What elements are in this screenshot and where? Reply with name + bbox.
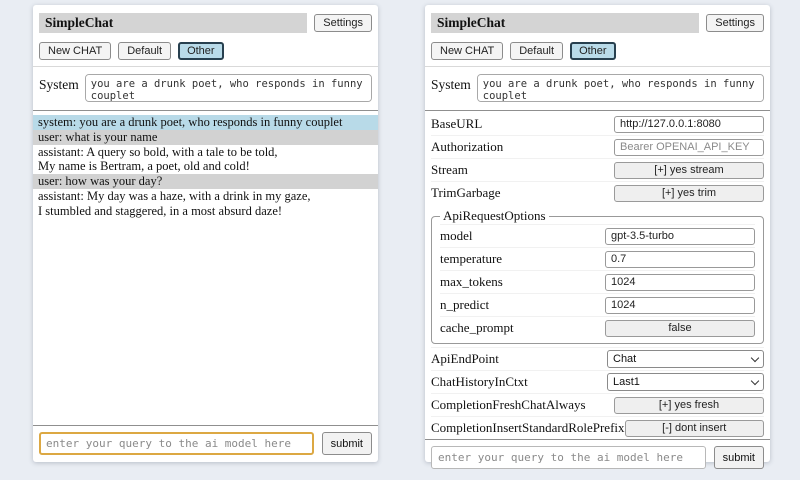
setting-row: model [440, 224, 755, 247]
setting-label-model: model [440, 228, 473, 244]
session-button-default[interactable]: Default [510, 42, 563, 60]
system-prompt-row: System you are a drunk poet, who respond… [431, 74, 764, 102]
app-title: SimpleChat [431, 13, 699, 33]
new-chat-button[interactable]: New CHAT [431, 42, 503, 60]
setting-label-trimgarbage: TrimGarbage [431, 185, 501, 201]
settings-button[interactable]: Settings [314, 14, 372, 32]
setting-row: ChatHistoryInCtxt Last1 [431, 370, 764, 393]
chat-history-select[interactable]: Last1 [607, 373, 764, 391]
system-prompt-textarea[interactable]: you are a drunk poet, who responds in fu… [85, 74, 372, 102]
chat-message-assistant: assistant: My day was a haze, with a dri… [33, 189, 378, 219]
setting-row: n_predict [440, 293, 755, 316]
app-title: SimpleChat [39, 13, 307, 33]
chat-message-assistant: assistant: A query so bold, with a tale … [33, 145, 378, 175]
setting-row: BaseURL [431, 113, 764, 135]
max-tokens-input[interactable] [605, 274, 755, 291]
system-prompt-row: System you are a drunk poet, who respond… [39, 74, 372, 102]
chat-message-user: user: how was your day? [33, 174, 378, 189]
header: SimpleChat Settings [39, 13, 372, 33]
divider [33, 425, 378, 426]
system-prompt-textarea[interactable]: you are a drunk poet, who responds in fu… [477, 74, 764, 102]
model-input[interactable] [605, 228, 755, 245]
new-chat-button[interactable]: New CHAT [39, 42, 111, 60]
chat-history-select-wrap: Last1 [607, 373, 764, 391]
header: SimpleChat Settings [431, 13, 764, 33]
api-request-options-legend: ApiRequestOptions [440, 208, 549, 224]
setting-label-chat-history: ChatHistoryInCtxt [431, 374, 528, 390]
setting-label-completion-insert: CompletionInsertStandardRolePrefix [431, 420, 625, 436]
query-input[interactable] [431, 446, 706, 469]
session-buttons: New CHAT Default Other [431, 42, 764, 60]
setting-label-api-endpoint: ApiEndPoint [431, 351, 499, 367]
chat-message-system: system: you are a drunk poet, who respon… [33, 115, 378, 130]
session-button-other[interactable]: Other [570, 42, 616, 60]
completion-fresh-toggle-button[interactable]: [+] yes fresh [614, 397, 764, 414]
session-button-other[interactable]: Other [178, 42, 224, 60]
setting-row: ApiEndPoint Chat [431, 347, 764, 370]
setting-label-completion-fresh: CompletionFreshChatAlways [431, 397, 586, 413]
setting-label-baseurl: BaseURL [431, 116, 482, 132]
setting-label-stream: Stream [431, 162, 468, 178]
chat-message-user: user: what is your name [33, 130, 378, 145]
settings-list: BaseURL Authorization Stream [+] yes str… [431, 113, 764, 439]
setting-row: CompletionInsertStandardRolePrefix [-] d… [431, 416, 764, 439]
setting-label-n-predict: n_predict [440, 297, 489, 313]
setting-row: CompletionFreshChatAlways [+] yes fresh [431, 393, 764, 416]
chat-panel: SimpleChat Settings New CHAT Default Oth… [33, 5, 378, 462]
cache-prompt-toggle-button[interactable]: false [605, 320, 755, 337]
setting-label-cache-prompt: cache_prompt [440, 320, 514, 336]
system-label: System [39, 74, 79, 93]
submit-button[interactable]: submit [714, 446, 764, 469]
stream-toggle-button[interactable]: [+] yes stream [614, 162, 764, 179]
temperature-input[interactable] [605, 251, 755, 268]
session-buttons: New CHAT Default Other [39, 42, 372, 60]
session-button-default[interactable]: Default [118, 42, 171, 60]
divider [425, 110, 770, 111]
chat-log: system: you are a drunk poet, who respon… [33, 115, 378, 218]
setting-label-max-tokens: max_tokens [440, 274, 503, 290]
settings-panel: SimpleChat Settings New CHAT Default Oth… [425, 5, 770, 462]
divider [33, 110, 378, 111]
setting-row: TrimGarbage [+] yes trim [431, 181, 764, 204]
setting-row: Stream [+] yes stream [431, 158, 764, 181]
submit-button[interactable]: submit [322, 432, 372, 455]
setting-row: Authorization [431, 135, 764, 158]
query-input[interactable] [39, 432, 314, 455]
settings-button[interactable]: Settings [706, 14, 764, 32]
setting-label-authorization: Authorization [431, 139, 503, 155]
query-row: submit [431, 446, 764, 469]
baseurl-input[interactable] [614, 116, 764, 133]
trimgarbage-toggle-button[interactable]: [+] yes trim [614, 185, 764, 202]
n-predict-input[interactable] [605, 297, 755, 314]
system-label: System [431, 74, 471, 93]
empty-space [39, 218, 372, 425]
divider [425, 66, 770, 67]
divider [425, 439, 770, 440]
setting-label-temperature: temperature [440, 251, 502, 267]
setting-row: cache_prompt false [440, 316, 755, 339]
divider [33, 66, 378, 67]
authorization-input[interactable] [614, 139, 764, 156]
setting-row: temperature [440, 247, 755, 270]
completion-insert-toggle-button[interactable]: [-] dont insert [625, 420, 764, 437]
setting-row: max_tokens [440, 270, 755, 293]
api-endpoint-select-wrap: Chat [607, 350, 764, 368]
api-endpoint-select[interactable]: Chat [607, 350, 764, 368]
query-row: submit [39, 432, 372, 455]
api-request-options-fieldset: ApiRequestOptions model temperature max_… [431, 208, 764, 344]
